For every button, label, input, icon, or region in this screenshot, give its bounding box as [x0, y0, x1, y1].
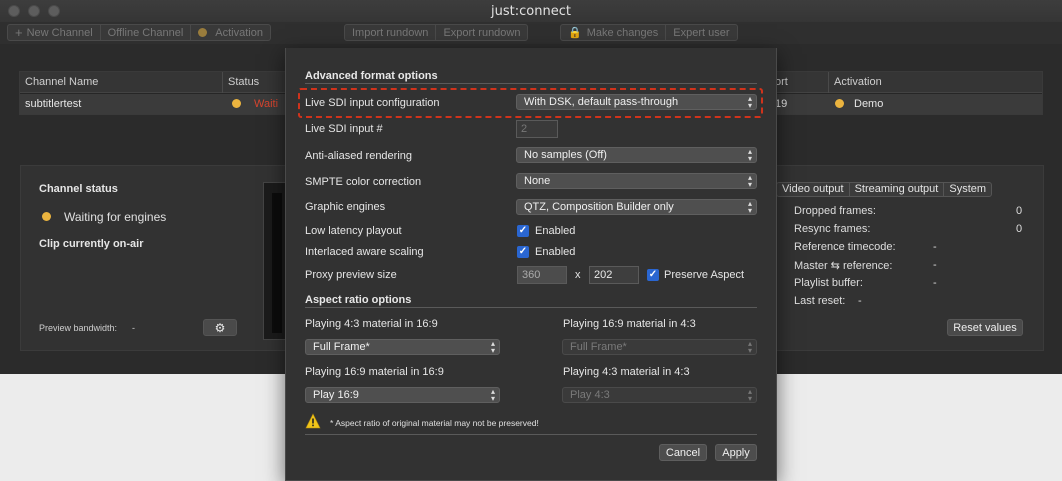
user-toolbar-group: 🔒 Make changes Expert user: [560, 24, 738, 41]
section-divider: [305, 83, 757, 84]
anti-aliased-select[interactable]: No samples (Off) ▴ ▾: [516, 147, 757, 163]
rundown-toolbar-group: Import rundown Export rundown: [344, 24, 529, 41]
import-rundown-button[interactable]: Import rundown: [345, 25, 437, 40]
column-divider: [222, 72, 223, 93]
low-latency-check-label: Enabled: [535, 225, 576, 237]
p43-in-169-select[interactable]: Full Frame* ▴ ▾: [305, 339, 500, 355]
activation-button[interactable]: Activation: [191, 25, 270, 40]
p169-in-43-select[interactable]: Full Frame* ▴ ▾: [562, 339, 757, 355]
updown-arrows-icon: ▴ ▾: [747, 173, 752, 189]
interlaced-check-label: Enabled: [535, 246, 576, 258]
window-title: just:connect: [491, 4, 571, 19]
column-header-status[interactable]: Status: [228, 76, 259, 88]
status-dot-icon: [232, 99, 241, 108]
export-rundown-button[interactable]: Export rundown: [436, 25, 527, 40]
channel-name-cell: subtitlertest: [25, 98, 82, 110]
proxy-x-label: x: [575, 269, 581, 281]
updown-arrows-icon: ▴ ▾: [490, 339, 495, 355]
make-changes-button[interactable]: 🔒 Make changes: [561, 25, 667, 40]
toolbar: + New Channel Offline Channel Activation…: [0, 22, 1062, 44]
resync-frames-value: 0: [1016, 223, 1023, 235]
reset-values-button[interactable]: Reset values: [947, 319, 1023, 336]
playlist-buffer-label: Playlist buffer:: [794, 277, 863, 289]
status-dot-icon: [42, 212, 51, 221]
p43-in-43-select[interactable]: Play 4:3 ▴ ▾: [562, 387, 757, 403]
p43-in-169-label: Playing 4:3 material in 16:9: [305, 318, 438, 330]
activation-cell: Demo: [854, 98, 884, 110]
preserve-aspect-checkbox[interactable]: ✓: [647, 269, 659, 281]
p169-in-43-label: Playing 16:9 material in 4:3: [563, 318, 696, 330]
offline-channel-button[interactable]: Offline Channel: [101, 25, 192, 40]
reference-timecode-value: -: [933, 241, 937, 253]
updown-arrows-icon: ▴ ▾: [747, 147, 752, 163]
title-bar: just:connect: [0, 0, 1062, 22]
low-latency-checkbox[interactable]: ✓: [517, 225, 529, 237]
p43-in-43-label: Playing 4:3 material in 4:3: [563, 366, 690, 378]
clip-on-air-label: Clip currently on-air: [39, 238, 144, 250]
status-cell: Waiti: [254, 98, 279, 110]
dropped-frames-value: 0: [1016, 205, 1023, 217]
playlist-buffer-value: -: [933, 277, 937, 289]
last-reset-label: Last reset:: [794, 295, 846, 307]
section-divider: [305, 434, 757, 435]
graphic-engines-label: Graphic engines: [305, 201, 386, 213]
warning-icon: [305, 413, 321, 429]
preview-settings-button[interactable]: ⚙: [203, 319, 237, 336]
column-header-channel-name[interactable]: Channel Name: [25, 76, 98, 88]
master-reference-value: -: [933, 259, 937, 271]
apply-button[interactable]: Apply: [715, 444, 757, 461]
interlaced-label: Interlaced aware scaling: [305, 246, 424, 258]
updown-arrows-icon: ▴ ▾: [747, 94, 752, 110]
low-latency-label: Low latency playout: [305, 225, 402, 237]
p169-in-169-label: Playing 16:9 material in 16:9: [305, 366, 444, 378]
smpte-select[interactable]: None ▴ ▾: [516, 173, 757, 189]
output-tabs: Video output Streaming output System: [776, 182, 993, 197]
anti-aliased-label: Anti-aliased rendering: [305, 150, 413, 162]
tab-video-output[interactable]: Video output: [777, 183, 850, 196]
live-sdi-config-select[interactable]: With DSK, default pass-through ▴ ▾: [516, 94, 757, 110]
preview-bandwidth-label: Preview bandwidth:: [39, 323, 118, 333]
updown-arrows-icon: ▴ ▾: [747, 387, 752, 403]
p169-in-169-select[interactable]: Play 16:9 ▴ ▾: [305, 387, 500, 403]
column-header-activation[interactable]: Activation: [834, 76, 882, 88]
aspect-note: * Aspect ratio of original material may …: [330, 418, 539, 428]
proxy-height-field[interactable]: 202: [589, 266, 639, 284]
reference-timecode-label: Reference timecode:: [794, 241, 896, 253]
advanced-format-sheet: Advanced format options Live SDI input c…: [285, 48, 777, 481]
resync-frames-label: Resync frames:: [794, 223, 871, 235]
advanced-format-title: Advanced format options: [305, 70, 438, 82]
tab-system[interactable]: System: [944, 183, 991, 196]
channel-toolbar-group: + New Channel Offline Channel Activation: [7, 24, 271, 41]
proxy-width-field[interactable]: 360: [517, 266, 567, 284]
cancel-button[interactable]: Cancel: [659, 444, 707, 461]
graphic-engines-select[interactable]: QTZ, Composition Builder only ▴ ▾: [516, 199, 757, 215]
last-reset-value: -: [858, 295, 862, 307]
gear-icon: ⚙: [214, 320, 226, 335]
smpte-label: SMPTE color correction: [305, 176, 422, 188]
expert-user-button[interactable]: Expert user: [666, 25, 736, 40]
column-divider: [828, 72, 829, 93]
interlaced-checkbox[interactable]: ✓: [517, 246, 529, 258]
plus-icon: +: [15, 25, 23, 40]
preserve-aspect-label: Preserve Aspect: [664, 269, 745, 281]
tab-streaming-output[interactable]: Streaming output: [850, 183, 945, 196]
updown-arrows-icon: ▴ ▾: [747, 199, 752, 215]
channel-status-value: Waiting for engines: [64, 210, 167, 224]
section-divider: [305, 307, 757, 308]
dropped-frames-label: Dropped frames:: [794, 205, 876, 217]
proxy-size-label: Proxy preview size: [305, 269, 397, 281]
aspect-ratio-title: Aspect ratio options: [305, 294, 412, 306]
preview-bandwidth-value: -: [132, 323, 135, 333]
live-sdi-input-field[interactable]: 2: [516, 120, 558, 138]
new-channel-button[interactable]: + New Channel: [8, 25, 101, 40]
updown-arrows-icon: ▴ ▾: [490, 387, 495, 403]
status-dot-icon: [198, 28, 208, 37]
lock-icon: 🔒: [568, 27, 582, 39]
activation-dot-icon: [835, 99, 844, 108]
channel-status-label: Channel status: [39, 183, 118, 195]
master-reference-label: Master ⇆ reference:: [794, 260, 893, 272]
updown-arrows-icon: ▴ ▾: [747, 339, 752, 355]
live-sdi-input-label: Live SDI input #: [305, 123, 383, 135]
live-sdi-config-label: Live SDI input configuration: [305, 97, 440, 109]
